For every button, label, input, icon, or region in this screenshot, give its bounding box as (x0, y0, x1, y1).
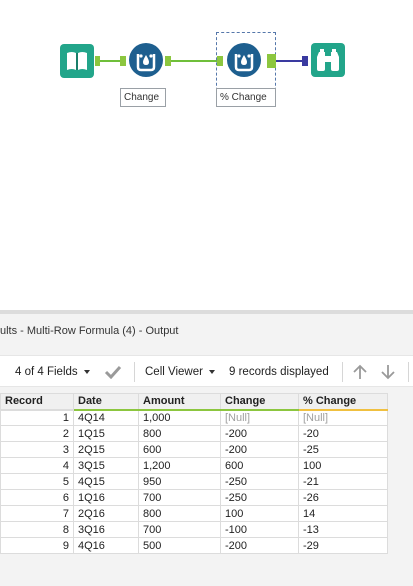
cell-viewer-label: Cell Viewer (145, 366, 203, 378)
cell-date[interactable]: 2Q16 (73, 505, 139, 522)
cell-date[interactable]: 4Q14 (73, 409, 139, 426)
panel-splitter[interactable] (0, 310, 413, 314)
record-number: 2 (0, 425, 74, 442)
cell-amount[interactable]: 600 (138, 441, 221, 458)
column-header-change[interactable]: Change (220, 393, 299, 411)
cell-amount[interactable]: 700 (138, 489, 221, 506)
record-number: 6 (0, 489, 74, 506)
cell-pct-change[interactable]: [Null] (298, 409, 388, 426)
cell-amount[interactable]: 800 (138, 505, 221, 522)
record-number: 3 (0, 441, 74, 458)
results-toolbar: 4 of 4 Fields Cell Viewer 9 records disp… (0, 355, 413, 387)
cell-amount[interactable]: 950 (138, 473, 221, 490)
cell-change[interactable]: -250 (220, 473, 299, 490)
cell-date[interactable]: 3Q15 (73, 457, 139, 474)
chevron-down-icon (83, 369, 90, 374)
cell-change[interactable]: [Null] (220, 409, 299, 426)
cell-amount[interactable]: 500 (138, 537, 221, 554)
book-icon (60, 44, 94, 78)
cell-date[interactable]: 4Q15 (73, 473, 139, 490)
cell-change[interactable]: 100 (220, 505, 299, 522)
cell-date[interactable]: 3Q16 (73, 521, 139, 538)
cell-amount[interactable]: 1,200 (138, 457, 221, 474)
checkmark-icon (104, 365, 122, 380)
multi-row-formula-icon (227, 43, 261, 77)
binoculars-icon (311, 43, 345, 77)
record-number: 8 (0, 521, 74, 538)
cell-pct-change[interactable]: -13 (298, 521, 388, 538)
multi-row-formula-tool-pct-change[interactable] (227, 43, 261, 77)
input-anchor[interactable] (217, 56, 223, 66)
results-grid: Record Date Amount Change % Change 1 4Q1… (0, 393, 388, 554)
cell-amount[interactable]: 700 (138, 521, 221, 538)
multi-row-formula-tool-change[interactable] (129, 43, 163, 77)
arrow-up-icon (353, 364, 367, 379)
cell-date[interactable]: 1Q16 (73, 489, 139, 506)
input-anchor[interactable] (302, 56, 308, 66)
cell-pct-change[interactable]: 14 (298, 505, 388, 522)
cell-change[interactable]: 600 (220, 457, 299, 474)
toolbar-divider (342, 362, 343, 382)
connection-line (100, 60, 120, 62)
chevron-down-icon (208, 369, 215, 374)
connection-line (171, 60, 217, 62)
table-row[interactable]: 1 4Q14 1,000 [Null] [Null] (0, 409, 388, 426)
toolbar-divider (134, 362, 135, 382)
arrow-down-icon (381, 364, 395, 380)
multi-row-formula-icon (129, 43, 163, 77)
column-header-pct-change[interactable]: % Change (298, 393, 388, 411)
table-row[interactable]: 9 4Q16 500 -200 -29 (0, 537, 388, 554)
fields-dropdown[interactable]: 4 of 4 Fields (15, 356, 90, 388)
cell-date[interactable]: 1Q15 (73, 425, 139, 442)
apply-check-button[interactable] (104, 356, 122, 388)
cell-change[interactable]: -100 (220, 521, 299, 538)
table-row[interactable]: 4 3Q15 1,200 600 100 (0, 457, 388, 474)
table-row[interactable]: 3 2Q15 600 -200 -25 (0, 441, 388, 458)
cell-change[interactable]: -200 (220, 441, 299, 458)
cell-date[interactable]: 2Q15 (73, 441, 139, 458)
output-anchor[interactable] (267, 54, 276, 68)
input-data-tool[interactable] (60, 44, 94, 78)
column-header-date[interactable]: Date (73, 393, 139, 411)
cell-viewer-dropdown[interactable]: Cell Viewer (145, 356, 215, 388)
cell-pct-change[interactable]: -20 (298, 425, 388, 442)
column-header-amount[interactable]: Amount (138, 393, 221, 411)
toolbar-divider (408, 362, 409, 382)
cell-pct-change[interactable]: -25 (298, 441, 388, 458)
record-number: 1 (0, 409, 74, 426)
cell-date[interactable]: 4Q16 (73, 537, 139, 554)
cell-pct-change[interactable]: -21 (298, 473, 388, 490)
fields-label: 4 of 4 Fields (15, 366, 78, 378)
record-number: 5 (0, 473, 74, 490)
cell-pct-change[interactable]: -29 (298, 537, 388, 554)
record-number: 7 (0, 505, 74, 522)
record-number: 4 (0, 457, 74, 474)
cell-pct-change[interactable]: 100 (298, 457, 388, 474)
column-header-record[interactable]: Record (0, 393, 74, 411)
table-row[interactable]: 8 3Q16 700 -100 -13 (0, 521, 388, 538)
table-row[interactable]: 2 1Q15 800 -200 -20 (0, 425, 388, 442)
header-row: Record Date Amount Change % Change (0, 393, 388, 411)
workflow-canvas[interactable]: Change % Change (0, 0, 413, 310)
cell-change[interactable]: -200 (220, 537, 299, 554)
scroll-up-button[interactable] (353, 356, 367, 388)
input-anchor[interactable] (120, 56, 126, 66)
connection-line (276, 60, 302, 62)
record-number: 9 (0, 537, 74, 554)
table-row[interactable]: 6 1Q16 700 -250 -26 (0, 489, 388, 506)
cell-pct-change[interactable]: -26 (298, 489, 388, 506)
browse-tool[interactable] (311, 43, 345, 77)
results-panel: ults - Multi-Row Formula (4) - Output 4 … (0, 310, 413, 586)
cell-change[interactable]: -250 (220, 489, 299, 506)
table-row[interactable]: 7 2Q16 800 100 14 (0, 505, 388, 522)
tool-annotation-pct-change[interactable]: % Change (216, 88, 276, 107)
scroll-down-button[interactable] (381, 356, 395, 388)
records-displayed: 9 records displayed (229, 366, 329, 378)
results-title: ults - Multi-Row Formula (4) - Output (0, 325, 179, 337)
tool-annotation-change[interactable]: Change (120, 88, 166, 107)
table-row[interactable]: 5 4Q15 950 -250 -21 (0, 473, 388, 490)
cell-amount[interactable]: 1,000 (138, 409, 221, 426)
cell-amount[interactable]: 800 (138, 425, 221, 442)
cell-change[interactable]: -200 (220, 425, 299, 442)
